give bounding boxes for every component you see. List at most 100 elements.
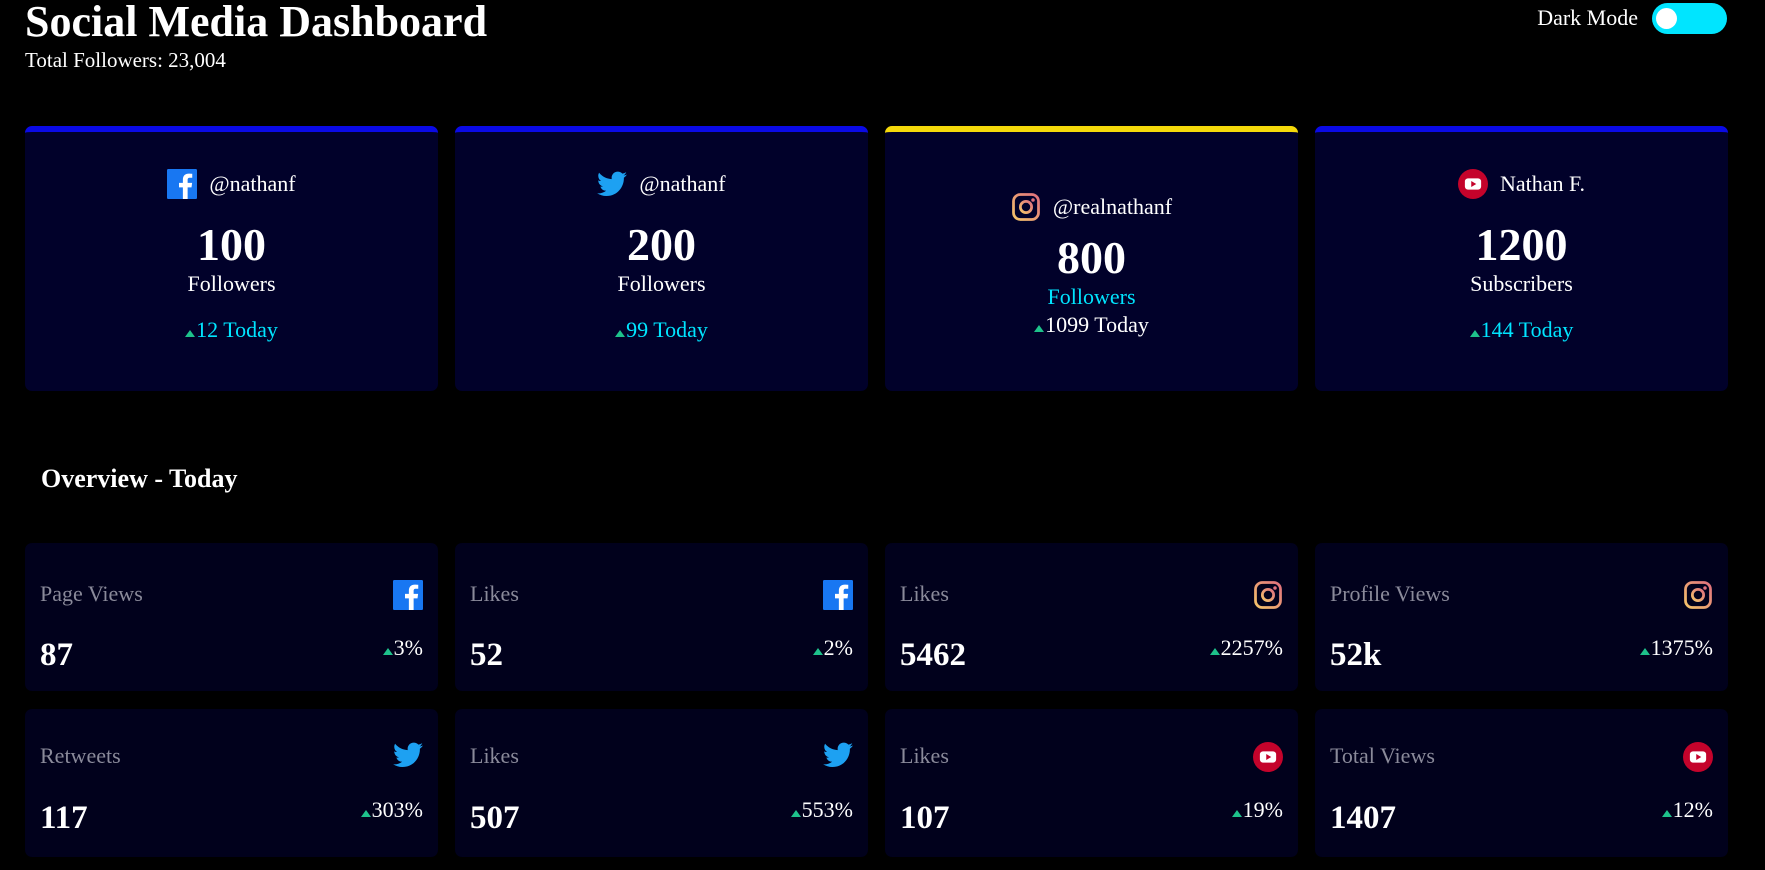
overview-card[interactable]: Profile Views 52k 1375% [1315,543,1728,691]
today-change-label: 99 Today [626,317,708,342]
overview-value: 107 [900,800,950,836]
today-change-label: 12 Today [196,317,278,342]
overview-change: 1375% [1639,635,1713,661]
overview-value: 1407 [1330,800,1396,836]
card-handle-row: @realnathanf [1011,190,1172,224]
overview-change: 12% [1661,797,1713,823]
twitter-icon [393,742,423,768]
up-arrow-icon [615,330,626,337]
overview-label: Page Views [40,581,143,606]
up-arrow-icon [1034,325,1045,332]
overview-value: 5462 [900,637,966,673]
today-change: 1099 Today [1034,312,1149,338]
overview-value: 117 [40,800,88,836]
overview-card[interactable]: Likes 52 2% [455,543,868,691]
overview-change: 2257% [1209,635,1283,661]
total-followers: Total Followers: 23,004 [25,48,226,72]
overview-change-label: 1375% [1650,635,1713,660]
card-handle-row: @nathanf [597,167,726,201]
today-change: 99 Today [615,317,708,343]
facebook-icon [823,580,853,610]
card-instagram[interactable]: @realnathanf 800 Followers 1099 Today [885,126,1298,391]
overview-change: 3% [382,635,423,661]
overview-label: Likes [470,743,519,768]
card-handle: Nathan F. [1499,171,1585,196]
instagram-icon [1683,580,1713,610]
dashboard-page: Social Media Dashboard Total Followers: … [0,0,1765,870]
youtube-icon [1253,742,1283,772]
overview-change: 2% [812,635,853,661]
today-change-label: 1099 Today [1045,312,1149,337]
today-change-label: 144 Today [1480,317,1574,342]
follower-unit: Followers [187,271,276,296]
today-change: 144 Today [1469,317,1574,343]
overview-label: Likes [470,581,519,606]
overview-card[interactable]: Likes 507 553% [455,709,868,857]
follower-count: 1200 [1475,219,1568,270]
twitter-icon [823,742,853,768]
follower-count: 800 [1057,232,1126,283]
up-arrow-icon [185,330,196,337]
overview-value: 87 [40,637,73,673]
follower-unit: Subscribers [1470,271,1573,296]
up-arrow-icon [812,648,823,655]
follower-cards: @nathanf 100 Followers 12 Today @nathanf… [25,126,1728,391]
overview-change-label: 2257% [1220,635,1283,660]
follower-unit: Followers [617,271,706,296]
overview-card[interactable]: Page Views 87 3% [25,543,438,691]
overview-value: 52k [1330,637,1382,673]
overview-title: Overview - Today [41,464,238,493]
overview-card[interactable]: Retweets 117 303% [25,709,438,857]
card-handle: @realnathanf [1052,194,1173,219]
facebook-icon [167,169,198,199]
card-handle: @nathanf [209,171,296,196]
card-handle-row: Nathan F. [1457,167,1585,201]
instagram-icon [1253,580,1283,610]
card-handle: @nathanf [639,171,726,196]
overview-label: Likes [900,743,949,768]
overview-change: 553% [790,797,853,823]
overview-grid: Page Views 87 3% Likes 52 2% Likes 5462 … [25,543,1728,857]
today-change: 12 Today [185,317,278,343]
up-arrow-icon [1661,810,1672,817]
overview-label: Profile Views [1330,581,1450,606]
card-youtube[interactable]: Nathan F. 1200 Subscribers 144 Today [1315,126,1728,391]
twitter-icon [597,171,628,197]
overview-label: Likes [900,581,949,606]
overview-value: 52 [470,637,503,673]
dark-mode-toggle[interactable] [1652,2,1727,34]
up-arrow-icon [1639,648,1650,655]
follower-count: 200 [627,219,696,270]
overview-change-label: 303% [371,797,423,822]
follower-count: 100 [197,219,266,270]
overview-card[interactable]: Likes 107 19% [885,709,1298,857]
overview-value: 507 [470,800,520,836]
follower-unit: Followers [1047,284,1136,309]
up-arrow-icon [1469,330,1480,337]
header: Social Media Dashboard Total Followers: … [25,0,487,72]
dark-mode-toggle-group: Dark Mode [1537,2,1727,34]
up-arrow-icon [1209,648,1220,655]
facebook-icon [393,580,423,610]
card-handle-row: @nathanf [167,167,296,201]
up-arrow-icon [1231,810,1242,817]
up-arrow-icon [360,810,371,817]
card-twitter[interactable]: @nathanf 200 Followers 99 Today [455,126,868,391]
overview-change: 19% [1231,797,1283,823]
overview-change-label: 3% [393,635,423,660]
overview-change: 303% [360,797,423,823]
overview-card[interactable]: Total Views 1407 12% [1315,709,1728,857]
overview-change-label: 553% [801,797,853,822]
up-arrow-icon [790,810,801,817]
overview-card[interactable]: Likes 5462 2257% [885,543,1298,691]
overview-label: Retweets [40,743,121,768]
overview-change-label: 2% [823,635,853,660]
youtube-icon [1683,742,1713,772]
page-title: Social Media Dashboard [25,0,488,46]
overview-change-label: 19% [1242,797,1283,822]
card-facebook[interactable]: @nathanf 100 Followers 12 Today [25,126,438,391]
up-arrow-icon [382,648,393,655]
overview-label: Total Views [1330,743,1435,768]
overview-change-label: 12% [1672,797,1713,822]
toggle-knob [1656,7,1677,29]
